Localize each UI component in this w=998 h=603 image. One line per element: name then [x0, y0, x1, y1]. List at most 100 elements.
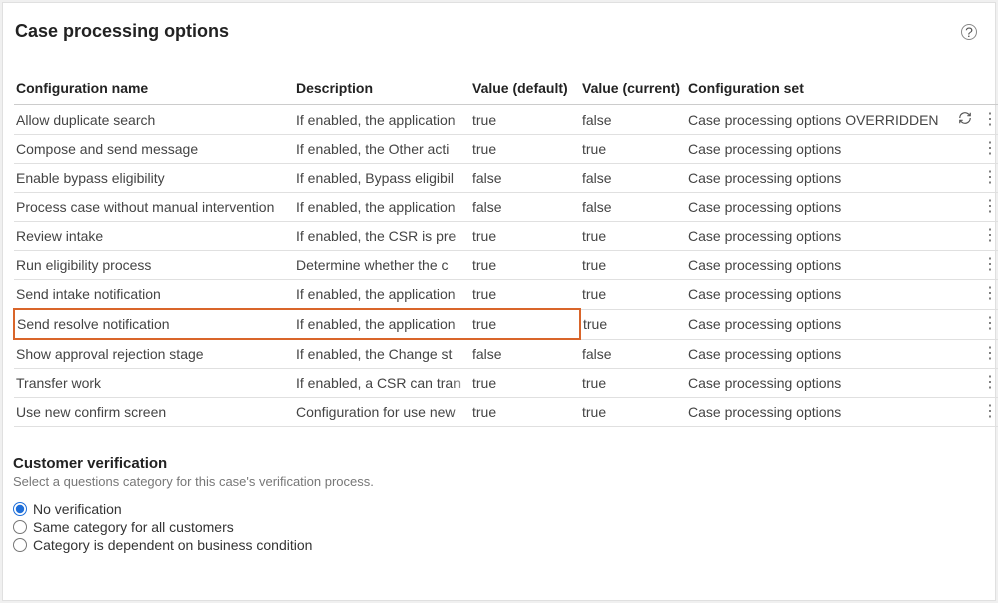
row-menu-icon[interactable]: ⋮: [980, 339, 998, 369]
row-menu-icon[interactable]: ⋮: [980, 193, 998, 222]
verification-radio[interactable]: [13, 502, 27, 516]
cell-config-name: Compose and send message: [14, 135, 294, 164]
cell-refresh: [956, 193, 980, 222]
config-table: Configuration name Description Value (de…: [13, 74, 998, 427]
table-row: Show approval rejection stageIf enabled,…: [14, 339, 998, 369]
cell-description: If enabled, the application: [294, 280, 470, 310]
verification-radio[interactable]: [13, 538, 27, 552]
refresh-icon[interactable]: [958, 111, 972, 125]
verification-option[interactable]: Category is dependent on business condit…: [13, 537, 977, 553]
cell-value-default: false: [470, 193, 580, 222]
table-row: Run eligibility processDetermine whether…: [14, 251, 998, 280]
cell-value-current: false: [580, 193, 686, 222]
cell-config-set: Case processing options: [686, 135, 956, 164]
cell-value-default: true: [470, 280, 580, 310]
table-row: Compose and send messageIf enabled, the …: [14, 135, 998, 164]
cell-config-set: Case processing options: [686, 369, 956, 398]
cell-config-name: Send intake notification: [14, 280, 294, 310]
verification-option[interactable]: No verification: [13, 501, 977, 517]
cell-value-default: true: [470, 309, 580, 339]
cell-refresh: [956, 222, 980, 251]
cell-refresh: [956, 280, 980, 310]
cell-refresh: [956, 339, 980, 369]
col-header-current: Value (current): [580, 74, 686, 105]
cell-refresh: [956, 251, 980, 280]
cell-config-name: Transfer work: [14, 369, 294, 398]
cell-config-set: Case processing options: [686, 339, 956, 369]
cell-description: If enabled, Bypass eligibil: [294, 164, 470, 193]
cell-config-name: Process case without manual intervention: [14, 193, 294, 222]
cell-refresh: [956, 135, 980, 164]
cell-value-current: true: [580, 398, 686, 427]
cell-config-name: Use new confirm screen: [14, 398, 294, 427]
cell-description: If enabled, the Change st: [294, 339, 470, 369]
verification-option[interactable]: Same category for all customers: [13, 519, 977, 535]
cell-value-current: true: [580, 280, 686, 310]
cell-config-set: Case processing options: [686, 222, 956, 251]
cell-config-set: Case processing options: [686, 398, 956, 427]
row-menu-icon[interactable]: ⋮: [980, 251, 998, 280]
row-menu-icon[interactable]: ⋮: [980, 369, 998, 398]
cell-value-current: true: [580, 222, 686, 251]
row-menu-icon[interactable]: ⋮: [980, 309, 998, 339]
cell-value-current: false: [580, 105, 686, 135]
cell-refresh: [956, 164, 980, 193]
cell-value-default: true: [470, 398, 580, 427]
panel-header: Case processing options ?: [13, 21, 977, 42]
cell-config-name: Enable bypass eligibility: [14, 164, 294, 193]
col-header-default: Value (default): [470, 74, 580, 105]
cell-refresh: [956, 398, 980, 427]
cell-refresh: [956, 369, 980, 398]
table-row: Review intakeIf enabled, the CSR is pret…: [14, 222, 998, 251]
row-menu-icon[interactable]: ⋮: [980, 398, 998, 427]
verification-option-label: Category is dependent on business condit…: [33, 537, 312, 553]
row-menu-icon[interactable]: ⋮: [980, 164, 998, 193]
cell-value-default: true: [470, 251, 580, 280]
cell-config-set: Case processing options: [686, 309, 956, 339]
cell-value-default: false: [470, 339, 580, 369]
cell-refresh: [956, 105, 980, 135]
cell-description: If enabled, a CSR can tran: [294, 369, 470, 398]
cell-config-name: Send resolve notification: [14, 309, 294, 339]
cell-description: Determine whether the c: [294, 251, 470, 280]
cell-value-current: true: [580, 135, 686, 164]
cell-description: If enabled, the application: [294, 193, 470, 222]
case-processing-panel: Case processing options ? Configuration …: [2, 2, 996, 601]
cell-value-default: true: [470, 105, 580, 135]
verification-radio[interactable]: [13, 520, 27, 534]
row-menu-icon[interactable]: ⋮: [980, 222, 998, 251]
col-header-desc: Description: [294, 74, 470, 105]
cell-value-current: false: [580, 339, 686, 369]
col-header-set: Configuration set: [686, 74, 998, 105]
cell-value-current: true: [580, 369, 686, 398]
cell-config-set: Case processing options: [686, 251, 956, 280]
cell-value-default: true: [470, 222, 580, 251]
table-row: Send resolve notificationIf enabled, the…: [14, 309, 998, 339]
table-row: Transfer workIf enabled, a CSR can trant…: [14, 369, 998, 398]
cell-refresh: [956, 309, 980, 339]
table-row: Send intake notificationIf enabled, the …: [14, 280, 998, 310]
cell-description: Configuration for use new: [294, 398, 470, 427]
help-icon[interactable]: ?: [961, 24, 977, 40]
cell-config-set: Case processing options OVERRIDDEN: [686, 105, 956, 135]
table-header-row: Configuration name Description Value (de…: [14, 74, 998, 105]
cell-description: If enabled, the CSR is pre: [294, 222, 470, 251]
table-row: Enable bypass eligibilityIf enabled, Byp…: [14, 164, 998, 193]
row-menu-icon[interactable]: ⋮: [980, 105, 998, 135]
cell-description: If enabled, the Other acti: [294, 135, 470, 164]
cell-value-default: false: [470, 164, 580, 193]
cell-value-default: true: [470, 369, 580, 398]
verification-title: Customer verification: [13, 455, 977, 472]
cell-description: If enabled, the application: [294, 105, 470, 135]
row-menu-icon[interactable]: ⋮: [980, 135, 998, 164]
cell-value-current: true: [580, 309, 686, 339]
page-title: Case processing options: [15, 21, 229, 42]
row-menu-icon[interactable]: ⋮: [980, 280, 998, 310]
verification-option-label: No verification: [33, 501, 122, 517]
table-row: Process case without manual intervention…: [14, 193, 998, 222]
cell-config-name: Allow duplicate search: [14, 105, 294, 135]
cell-value-default: true: [470, 135, 580, 164]
verification-option-label: Same category for all customers: [33, 519, 234, 535]
table-row: Use new confirm screenConfiguration for …: [14, 398, 998, 427]
cell-description: If enabled, the application: [294, 309, 470, 339]
